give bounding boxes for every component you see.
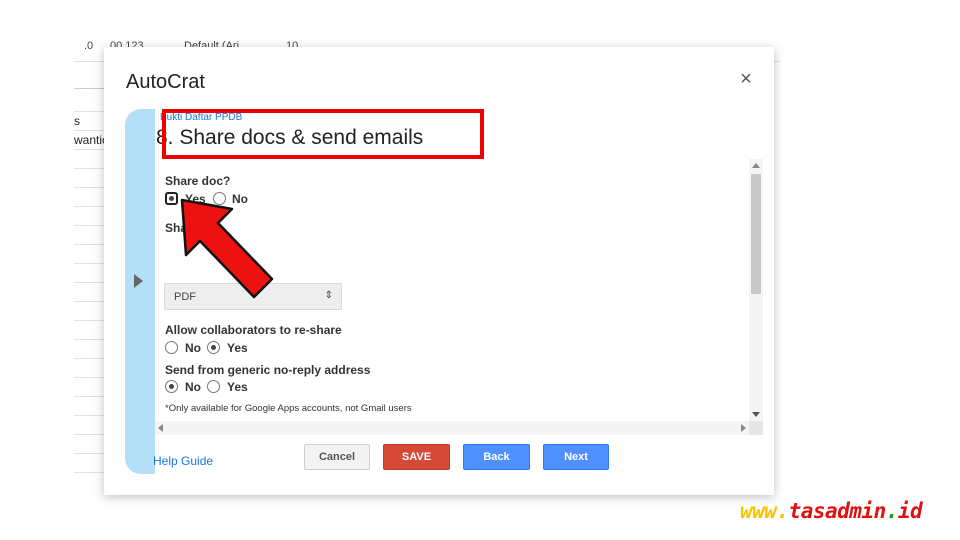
next-button[interactable]: Next [543,444,609,470]
sheet-row[interactable]: wantic [74,131,104,150]
sheet-row[interactable] [74,454,104,473]
sheet-row[interactable] [74,188,104,207]
scroll-down-icon[interactable] [752,412,760,417]
red-arrow-annotation-icon [180,198,274,299]
decimal-button[interactable]: .0 [84,40,93,52]
scrollbar-corner [749,421,763,435]
reshare-label: Allow collaborators to re-share [165,323,342,337]
reshare-no-label[interactable]: No [185,341,201,355]
cancel-button[interactable]: Cancel [304,444,370,470]
sheet-row[interactable] [74,264,104,283]
sheet-row[interactable] [74,302,104,321]
scroll-left-icon[interactable] [158,424,163,432]
sheet-row[interactable]: s [74,112,104,131]
scroll-up-icon[interactable] [752,163,760,168]
sheet-row[interactable] [74,150,104,169]
dialog-title: AutoCrat [126,71,205,93]
noreply-note: *Only available for Google Apps accounts… [165,403,412,414]
watermark-domain: tasadmin [788,499,887,523]
select-caret-icon: ⇕ [324,290,333,301]
horizontal-scrollbar[interactable] [155,421,749,435]
sheet-row[interactable] [74,245,104,264]
noreply-yes-radio[interactable] [207,380,220,393]
share-doc-label: Share doc? [165,174,231,188]
sheet-row[interactable] [74,416,104,435]
sheet-row[interactable] [74,283,104,302]
sheet-row[interactable] [74,226,104,245]
noreply-yes-label[interactable]: Yes [227,380,248,394]
close-icon[interactable]: × [736,69,756,89]
back-button[interactable]: Back [463,444,530,470]
watermark-www: www. [740,499,789,523]
reshare-yes-radio[interactable] [207,341,220,354]
noreply-no-radio[interactable] [165,380,178,393]
highlight-annotation-box [162,109,484,159]
sheet-row[interactable] [74,378,104,397]
scroll-right-icon[interactable] [741,424,746,432]
scrollbar-thumb[interactable] [751,174,761,294]
sheet-row[interactable] [74,397,104,416]
side-panel-strip [125,109,155,474]
watermark: www.tasadmin.id [740,499,923,523]
sheet-row[interactable] [74,169,104,188]
sheet-header-row [74,88,104,112]
expand-arrow-icon[interactable] [134,274,143,288]
reshare-yes-label[interactable]: Yes [227,341,248,355]
vertical-scrollbar[interactable] [749,159,763,421]
help-guide-link[interactable]: Help Guide [153,454,213,468]
sheet-row[interactable] [74,435,104,454]
sheet-row[interactable] [74,340,104,359]
sheet-row[interactable] [74,207,104,226]
sheet-row[interactable] [74,321,104,340]
save-button[interactable]: SAVE [383,444,450,470]
sheet-rows: s wantic [74,88,104,473]
sheet-row[interactable] [74,359,104,378]
watermark-tld: id [897,499,923,523]
watermark-dot: . [885,499,899,523]
reshare-no-radio[interactable] [165,341,178,354]
noreply-no-label[interactable]: No [185,380,201,394]
noreply-label: Send from generic no-reply address [165,363,371,377]
